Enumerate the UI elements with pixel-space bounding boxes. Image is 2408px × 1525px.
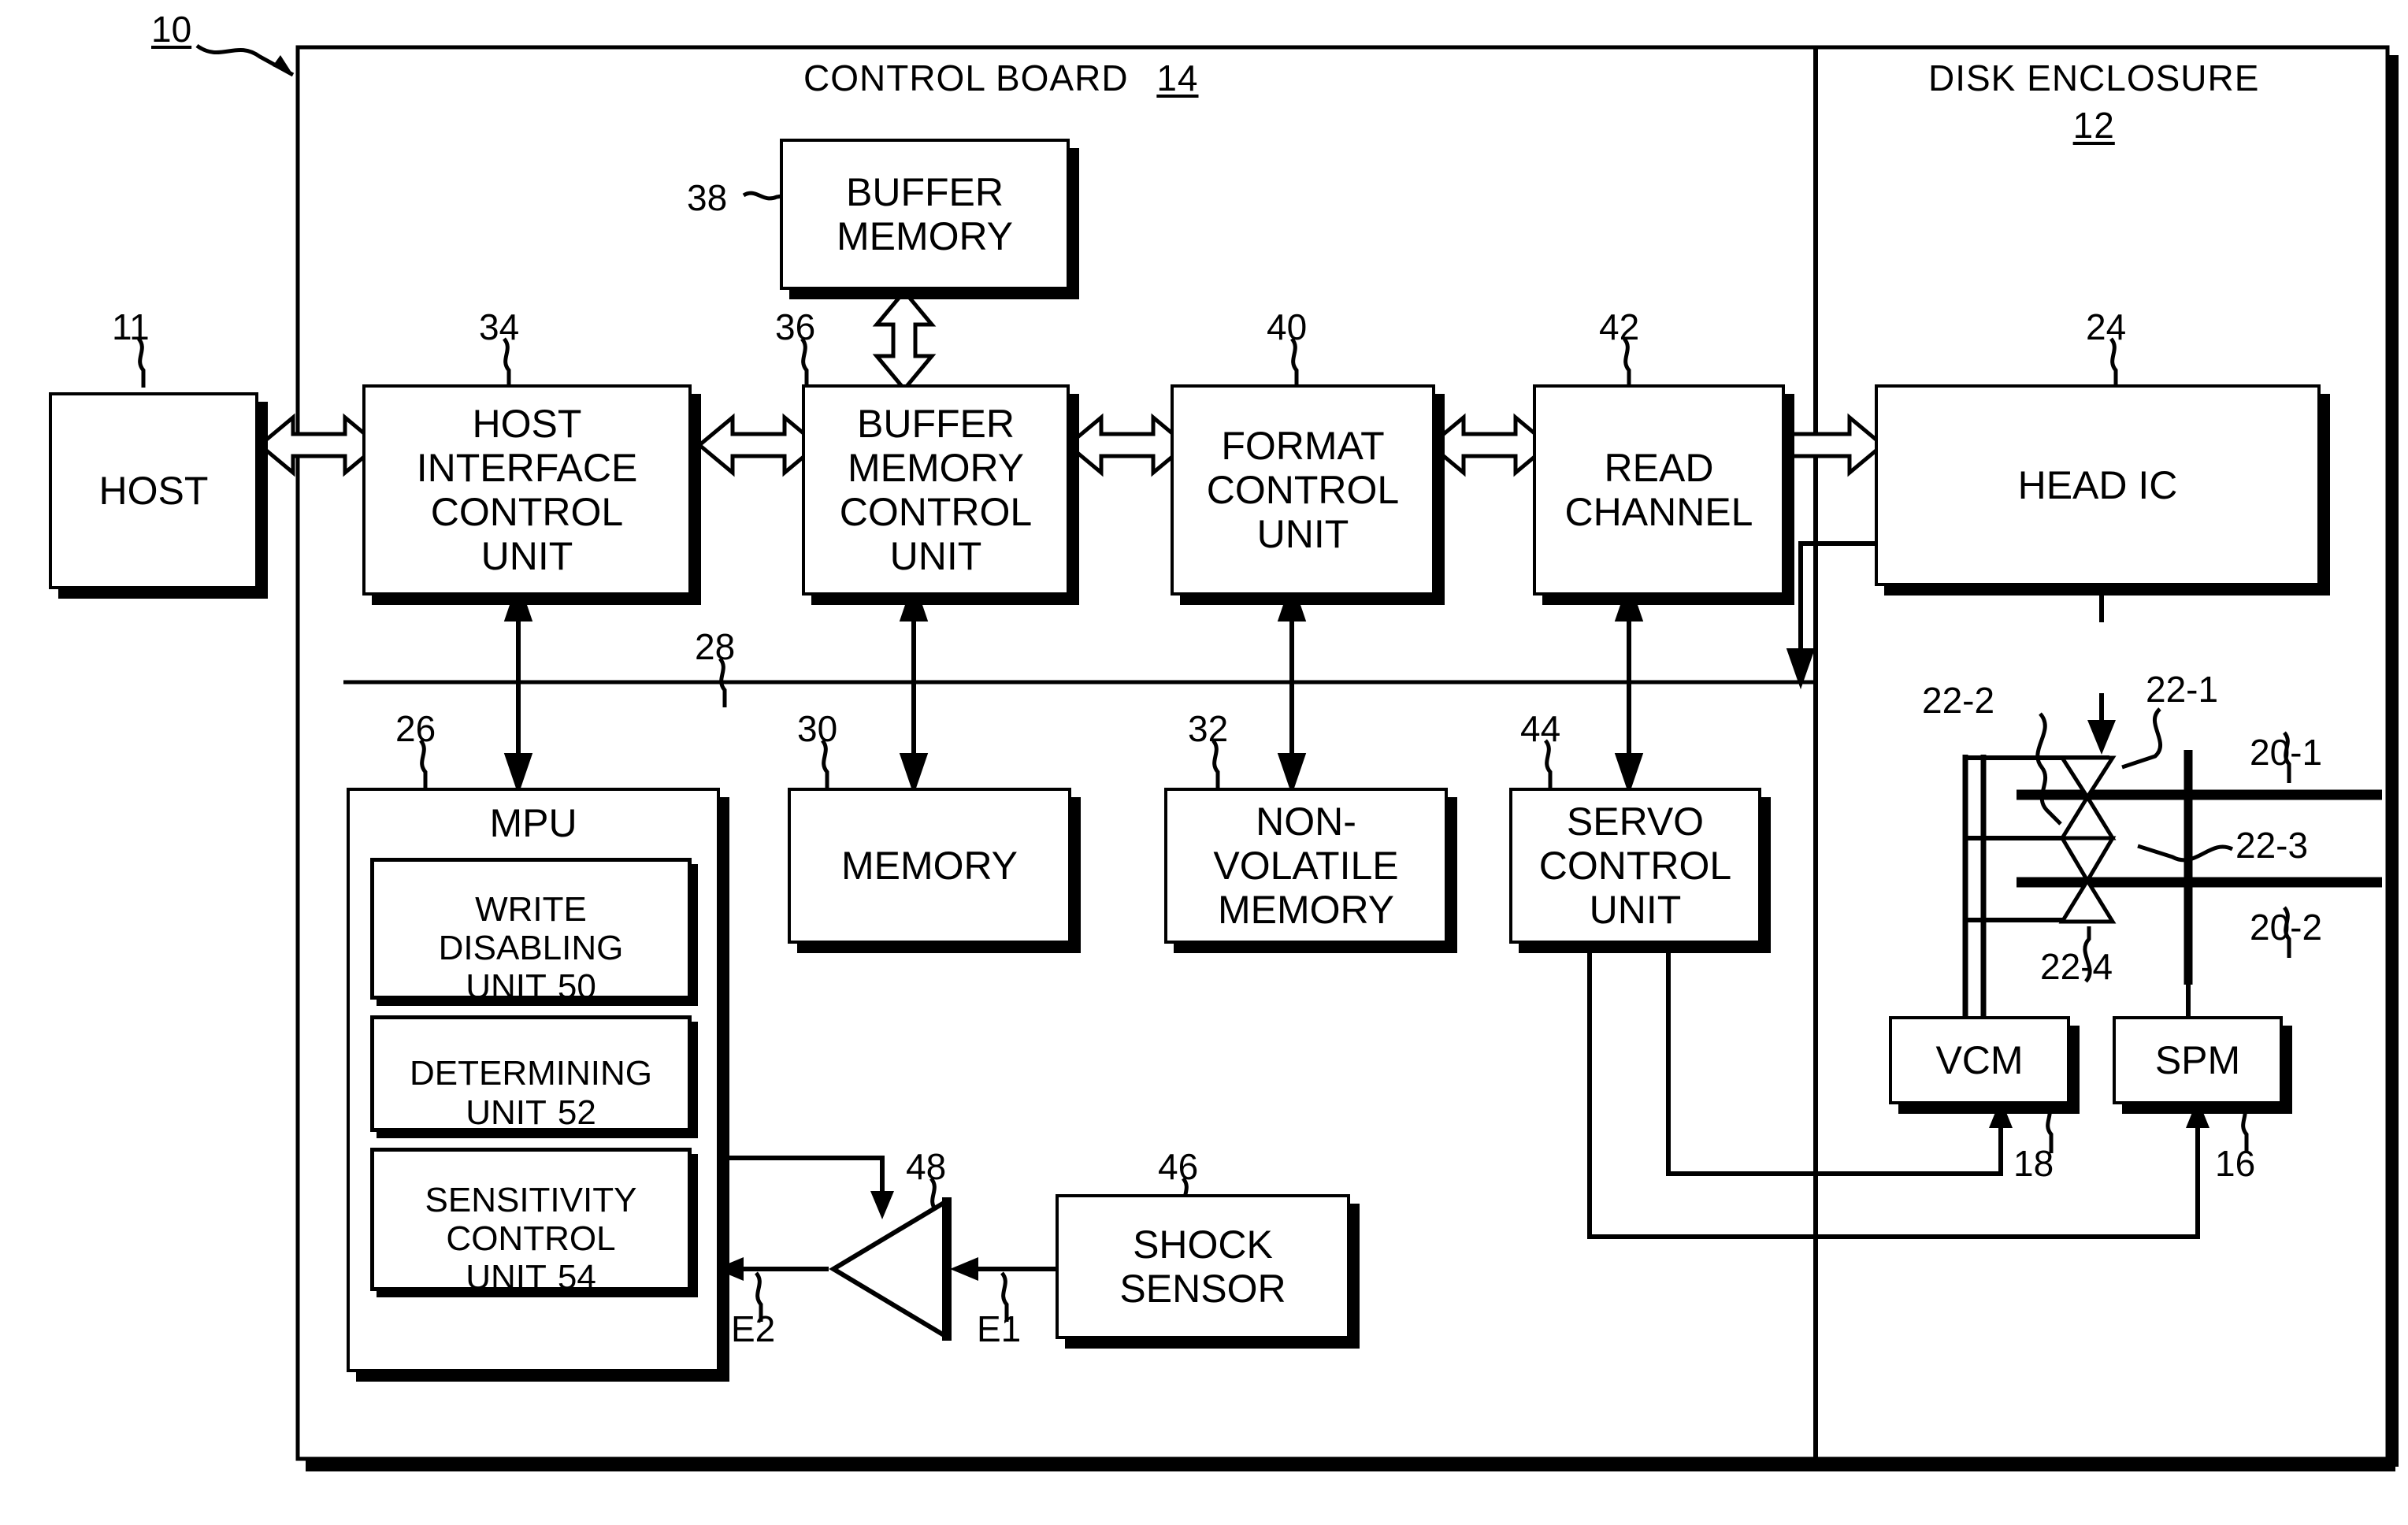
block-mpu-label: MPU: [489, 801, 577, 845]
ref-42: 42: [1599, 306, 1640, 347]
block-vcm[interactable]: VCM: [1889, 1016, 2070, 1104]
block-format-control-unit-label: FORMAT CONTROL UNIT: [1206, 424, 1400, 556]
block-memory[interactable]: MEMORY: [788, 788, 1071, 944]
label-E1: E1: [977, 1308, 1022, 1349]
ref-36: 36: [775, 306, 816, 347]
block-servo-control-unit-label: SERVO CONTROL UNIT: [1538, 800, 1732, 932]
block-mpu[interactable]: MPU WRITE DISABLING UNIT 50 DETERMINING U…: [347, 788, 720, 1372]
ref-head-22-1: 22-1: [2146, 669, 2219, 710]
ref-28: 28: [695, 626, 736, 667]
block-head-ic[interactable]: HEAD IC: [1875, 384, 2321, 586]
ref-head-22-3: 22-3: [2235, 825, 2309, 866]
block-buffer-memory-label: BUFFER MEMORY: [836, 170, 1014, 258]
mpu-unit-2-text: SENSITIVITY CONTROL UNIT 54: [422, 1141, 640, 1297]
block-host[interactable]: HOST: [49, 392, 258, 589]
block-host-interface-control-unit[interactable]: HOST INTERFACE CONTROL UNIT: [362, 384, 692, 596]
mpu-unit-sensitivity-wrap: SENSITIVITY CONTROL UNIT 54: [370, 1148, 698, 1297]
ref-48: 48: [906, 1146, 947, 1187]
section-title-control-board: CONTROL BOARD 14: [803, 58, 1199, 98]
mpu-unit-1-text: DETERMINING UNIT 52: [406, 1015, 655, 1132]
patent-figure: CONTROL BOARD 14 DISK ENCLOSURE 12 10 11…: [0, 0, 2408, 1525]
block-read-channel[interactable]: READ CHANNEL: [1533, 384, 1785, 596]
block-buffer-memory-control-unit-label: BUFFER MEMORY CONTROL UNIT: [839, 402, 1033, 578]
mpu-unit-determining-wrap: DETERMINING UNIT 52: [370, 1015, 698, 1138]
mpu-unit-1-ref: 52: [557, 1093, 596, 1132]
block-memory-label: MEMORY: [840, 844, 1018, 888]
block-shock-sensor-label: SHOCK SENSOR: [1119, 1223, 1286, 1311]
mpu-unit-determining[interactable]: DETERMINING UNIT 52: [370, 1015, 692, 1132]
block-spm-label: SPM: [2154, 1038, 2241, 1082]
ref-16: 16: [2215, 1143, 2256, 1184]
ref-32: 32: [1188, 708, 1229, 749]
ref-38: 38: [687, 177, 728, 218]
section-title-disk-enclosure: DISK ENCLOSURE 12: [1928, 58, 2260, 146]
mpu-unit-0-text: WRITE DISABLING UNIT 50: [436, 851, 627, 1007]
block-host-interface-control-unit-label: HOST INTERFACE CONTROL UNIT: [416, 402, 638, 578]
block-buffer-memory[interactable]: BUFFER MEMORY: [780, 139, 1070, 290]
ref-40: 40: [1267, 306, 1308, 347]
block-non-volatile-memory[interactable]: NON- VOLATILE MEMORY: [1164, 788, 1448, 944]
block-spm[interactable]: SPM: [2113, 1016, 2283, 1104]
ref-disk-20-2: 20-2: [2250, 907, 2323, 948]
block-non-volatile-memory-label: NON- VOLATILE MEMORY: [1213, 800, 1399, 932]
mpu-unit-1-label: DETERMINING UNIT: [410, 1054, 652, 1132]
block-buffer-memory-control-unit[interactable]: BUFFER MEMORY CONTROL UNIT: [802, 384, 1070, 596]
ref-18: 18: [2013, 1143, 2054, 1184]
ref-24: 24: [2086, 306, 2127, 347]
ref-11: 11: [112, 306, 150, 347]
ref-30: 30: [797, 708, 838, 749]
ref-head-22-2: 22-2: [1922, 680, 1995, 721]
mpu-unit-2-ref: 54: [557, 1258, 596, 1297]
mpu-unit-sensitivity-control[interactable]: SENSITIVITY CONTROL UNIT 54: [370, 1148, 692, 1297]
mpu-unit-write-disabling[interactable]: WRITE DISABLING UNIT 50: [370, 858, 692, 1006]
lead-10: [195, 43, 295, 77]
block-shock-sensor[interactable]: SHOCK SENSOR: [1056, 1194, 1350, 1339]
mpu-unit-write-disabling-wrap: WRITE DISABLING UNIT 50: [370, 858, 698, 1006]
block-head-ic-label: HEAD IC: [2017, 463, 2178, 507]
block-read-channel-label: READ CHANNEL: [1564, 446, 1753, 534]
ref-44: 44: [1520, 708, 1561, 749]
block-vcm-label: VCM: [1935, 1038, 2024, 1082]
block-servo-control-unit[interactable]: SERVO CONTROL UNIT: [1509, 788, 1761, 944]
ref-46: 46: [1158, 1146, 1199, 1187]
block-format-control-unit[interactable]: FORMAT CONTROL UNIT: [1171, 384, 1435, 596]
mpu-unit-0-ref: 50: [557, 967, 596, 1007]
ref-disk-20-1: 20-1: [2250, 732, 2323, 773]
block-host-label: HOST: [98, 469, 209, 513]
label-E2: E2: [731, 1308, 776, 1349]
motor-stems: [1963, 983, 2191, 1018]
ref-head-22-4: 22-4: [2040, 946, 2113, 987]
mpu-unit-2-label: SENSITIVITY CONTROL UNIT: [425, 1180, 637, 1297]
ref-26: 26: [395, 708, 436, 749]
ref-34: 34: [479, 306, 520, 347]
ref-10: 10: [151, 9, 192, 50]
